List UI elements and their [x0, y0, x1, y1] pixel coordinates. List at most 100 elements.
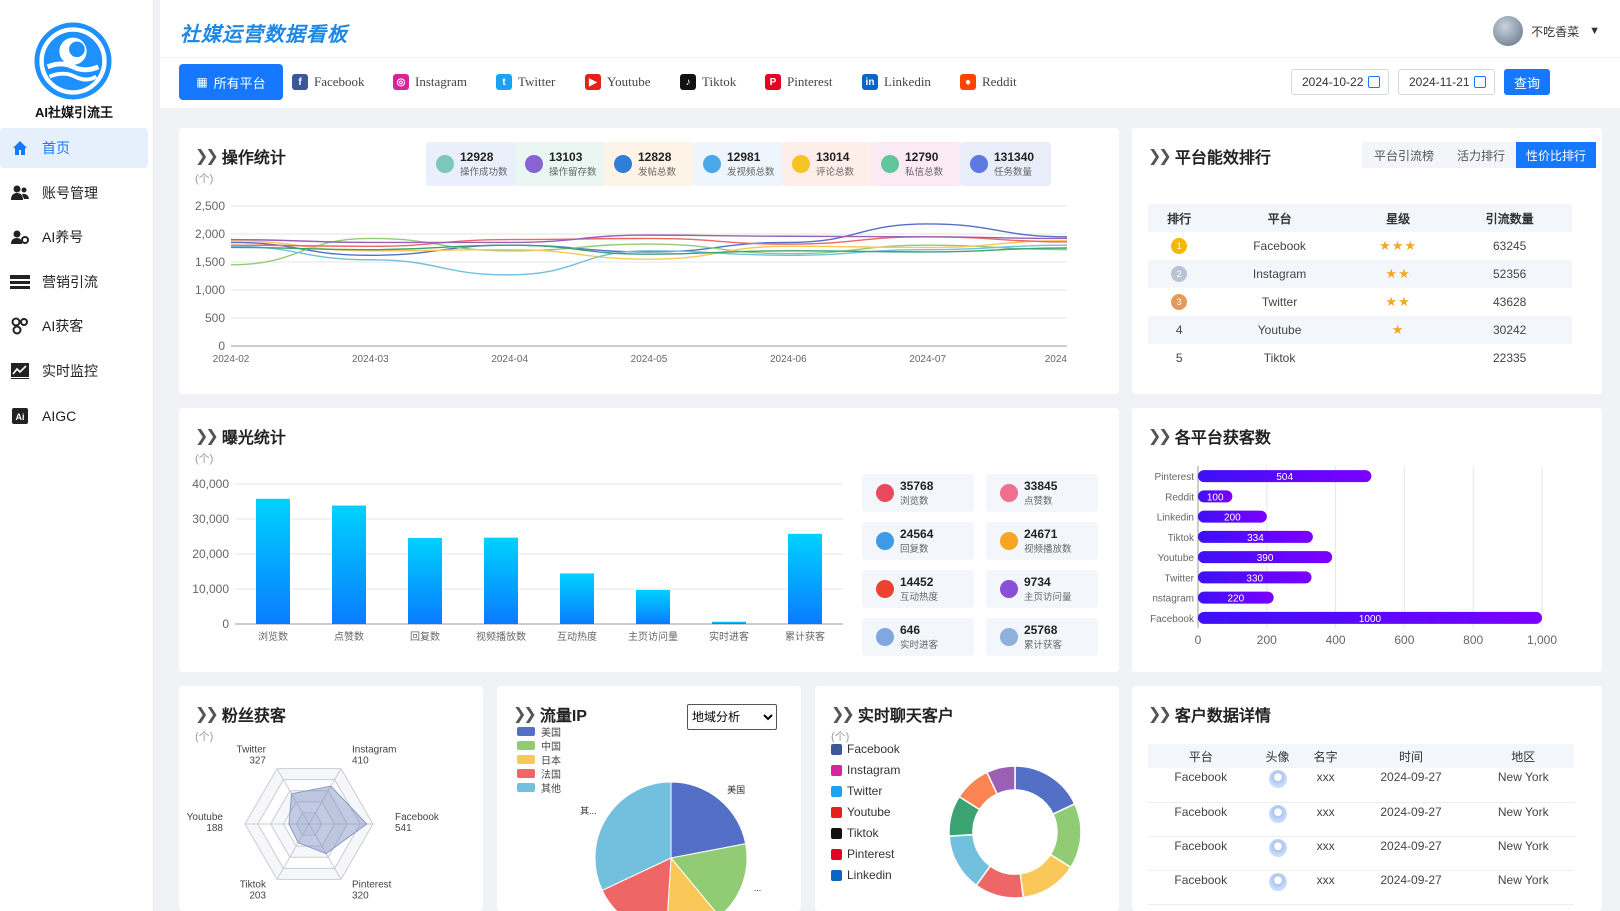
stat-icon — [1000, 628, 1018, 646]
column-header: 星级 — [1386, 211, 1411, 226]
radar-value-label: 410 — [352, 755, 369, 766]
stat-value: 646 — [900, 623, 921, 637]
chat-platform-item[interactable]: Instagram — [831, 763, 900, 777]
table-row[interactable]: Facebook xxx 2024-09-27 New York — [1148, 836, 1574, 871]
acquisition-card: ❯❯ 各平台获客数 0 200 400 600 800 1,000 Pinterest 504 R… — [1132, 408, 1602, 672]
grid-icon: ▦ — [196, 75, 208, 89]
sidebar-item-home[interactable]: 首页 — [0, 128, 148, 168]
x-tick-label: 实时进客 — [709, 630, 749, 643]
query-button[interactable]: 查询 — [1504, 69, 1550, 95]
chevron-right-icon: ❯❯ — [1148, 428, 1172, 445]
stat-icon — [1000, 484, 1018, 502]
stat-text: 646 实时进客 — [900, 623, 938, 651]
stat-label: 实时进客 — [900, 640, 939, 651]
tab-platform-traffic[interactable]: 平台引流榜 — [1362, 142, 1446, 168]
stat-text: 12790 私信总数 — [905, 150, 943, 178]
stat-icon — [1000, 580, 1018, 598]
x-tick-label: 0 — [1195, 633, 1202, 647]
operation-stat: 12828 发帖总数 — [604, 142, 695, 186]
unit-label: (个) — [195, 173, 214, 185]
radar-value-label: 541 — [395, 823, 412, 834]
sidebar-item-accounts[interactable]: 账号管理 — [0, 173, 148, 213]
operations-line-chart: 0 500 1,000 1,500 2,000 2,500 2024-02 2024-03 20… — [195, 199, 1067, 365]
platform-facebook[interactable]: f Facebook — [292, 64, 365, 100]
tab-cost-performance[interactable]: 性价比排行 — [1516, 142, 1596, 168]
fans-radar-chart: Instagram410 Facebook541 Pinterest320 Tikto… — [187, 744, 440, 901]
time-cell: 2024-09-27 — [1349, 836, 1473, 871]
medal-silver-icon: 2 — [1171, 266, 1188, 282]
platform-youtube[interactable]: ▶ Youtube — [585, 64, 650, 100]
region-cell: New York — [1472, 870, 1574, 905]
y-tick-label: 40,000 — [192, 477, 229, 491]
stat-label: 累计获客 — [1024, 640, 1063, 651]
chat-platform-item[interactable]: Twitter — [831, 784, 882, 798]
sidebar-item-ai-acquire[interactable]: AI获客 — [0, 306, 148, 346]
chat-platform-item[interactable]: Linkedin — [831, 868, 892, 882]
y-tick-label: 0 — [222, 617, 229, 631]
platform-label: Linkedin — [884, 74, 931, 89]
name-cell: xxx — [1301, 768, 1350, 803]
tab-activity[interactable]: 活力排行 — [1446, 142, 1516, 168]
all-platforms-button[interactable]: ▦ 所有平台 — [179, 64, 283, 100]
radar-axis-label: Facebook — [395, 812, 440, 823]
sidebar-item-marketing[interactable]: 营销引流 — [0, 262, 148, 302]
stat-value: 14452 — [900, 575, 934, 589]
chat-platform-item[interactable]: Facebook — [831, 742, 900, 756]
data-label: 1000 — [1359, 614, 1382, 625]
column-header: 头像 — [1253, 744, 1302, 768]
instagram-icon — [831, 764, 842, 776]
platform-pinterest[interactable]: P Pinterest — [765, 64, 833, 100]
chat-platform-item[interactable]: Tiktok — [831, 826, 879, 840]
chat-donut-chart — [948, 765, 1082, 899]
sidebar-item-ai-nurture[interactable]: AI养号 — [0, 217, 148, 257]
sidebar-item-label: 首页 — [42, 140, 70, 156]
stat-text: 9734 主页访问量 — [1024, 575, 1072, 603]
table-row: 2 Instagram ★★ 52356 — [1148, 260, 1572, 288]
chat-platform-item[interactable]: Youtube — [831, 805, 891, 819]
instagram-icon: ◎ — [393, 74, 409, 90]
platform-linkedin[interactable]: in Linkedin — [862, 64, 931, 100]
sidebar-item-monitor[interactable]: 实时监控 — [0, 351, 148, 391]
bar — [332, 505, 366, 624]
twitter-icon — [831, 785, 842, 797]
stat-value: 35768 — [900, 479, 934, 493]
user-menu[interactable]: 不吃香菜 ▼ — [1493, 16, 1600, 46]
calendar-icon — [1474, 76, 1486, 88]
ranking-table: 排行 平台 星级 引流数量 1 Facebook ★★★ 63245 2 Ins… — [1148, 204, 1572, 372]
platform-tiktok[interactable]: ♪ Tiktok — [680, 64, 736, 100]
chevron-right-icon: ❯❯ — [1148, 706, 1172, 723]
operation-stat: 13014 评论总数 — [782, 142, 873, 186]
x-tick-label: 视频播放数 — [476, 630, 526, 643]
svg-text:Ai: Ai — [16, 412, 25, 422]
avatar — [1268, 872, 1287, 891]
radar-axis-label: Tiktok — [240, 880, 267, 891]
sidebar-item-label: 账号管理 — [42, 185, 98, 201]
sidebar-item-aigc[interactable]: Ai AIGC — [0, 396, 148, 436]
stat-text: 13103 操作留存数 — [549, 150, 597, 178]
table-row[interactable]: Facebook xxx 2024-09-27 New York — [1148, 870, 1574, 905]
date-to-input[interactable]: 2024-11-21 — [1398, 69, 1495, 95]
platform-reddit[interactable]: ● Reddit — [960, 64, 1017, 100]
x-tick-label: 2024-06 — [770, 354, 807, 365]
platform-instagram[interactable]: ◎ Instagram — [393, 64, 467, 100]
exposure-stat: 14452 互动热度 — [862, 570, 974, 608]
y-tick-label: Twitter — [1165, 573, 1195, 584]
stat-label: 主页访问量 — [1024, 592, 1072, 603]
y-tick-label: 30,000 — [192, 512, 229, 526]
chat-title: 实时聊天客户 — [857, 708, 954, 725]
tiktok-icon: ♪ — [680, 74, 696, 90]
table-row[interactable]: Facebook xxx 2024-09-27 New York — [1148, 768, 1574, 803]
traffic-title: 流量IP — [539, 708, 587, 725]
stat-value: 25768 — [1024, 623, 1058, 637]
platform-twitter[interactable]: t Twitter — [496, 64, 555, 100]
tiktok-icon — [831, 827, 842, 839]
home-icon — [10, 138, 30, 158]
star-rating: ★★ — [1385, 294, 1411, 309]
chat-platform-item[interactable]: Pinterest — [831, 847, 894, 861]
star-rating: ★★ — [1385, 266, 1411, 281]
radar-value-label: 188 — [206, 823, 223, 834]
facebook-icon: f — [292, 74, 308, 90]
date-from-input[interactable]: 2024-10-22 — [1291, 69, 1389, 95]
table-row[interactable]: Facebook xxx 2024-09-27 New York — [1148, 802, 1574, 837]
analysis-select[interactable]: 地域分析 — [687, 704, 777, 730]
